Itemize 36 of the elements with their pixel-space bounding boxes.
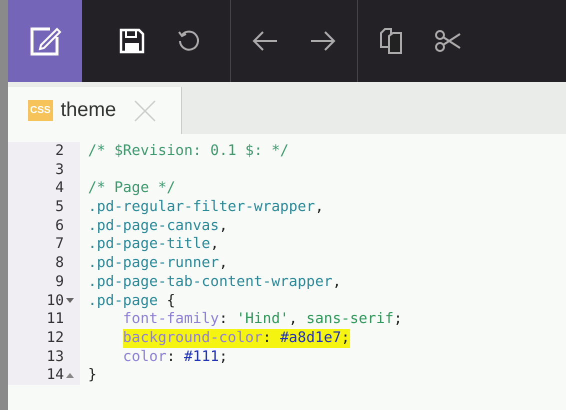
code-line: } [88, 366, 97, 385]
line-number: 6 [55, 216, 64, 236]
save-button[interactable] [118, 27, 146, 55]
code-line: .pd-page-runner, [88, 254, 228, 273]
cut-button[interactable] [434, 29, 462, 53]
line-number: 5 [55, 198, 64, 217]
fold-arrow-icon[interactable] [66, 298, 74, 304]
code-line: .pd-page-tab-content-wrapper, [88, 272, 342, 292]
save-icon [118, 27, 146, 55]
line-number: 12 [46, 328, 64, 348]
code-line: font-family: 'Hind', sans-serif; [122, 310, 402, 329]
copy-icon [378, 28, 404, 54]
code-line: /* $Revision: 0.1 $: */ [88, 142, 289, 161]
code-line: /* Page */ [88, 179, 176, 198]
tab-label: theme [60, 99, 116, 122]
line-number: 11 [46, 310, 64, 329]
code-line: .pd-regular-filter-wrapper, [88, 198, 324, 217]
line-number: 14 [46, 366, 64, 385]
line-number: 9 [55, 272, 64, 292]
line-number: 2 [55, 142, 64, 161]
copy-button[interactable] [378, 28, 404, 54]
file-tab[interactable]: CSS theme [8, 87, 182, 134]
line-number: 10 [46, 292, 64, 310]
fold-arrow-icon[interactable] [66, 373, 74, 378]
line-number: 3 [55, 160, 64, 180]
css-file-icon: CSS [28, 100, 53, 121]
code-line: .pd-page-canvas, [88, 216, 228, 236]
line-number: 4 [55, 179, 64, 198]
code-line: color: #111; [122, 348, 228, 366]
line-number: 8 [55, 254, 64, 273]
code-line: .pd-page-title, [88, 235, 219, 254]
line-number: 7 [55, 235, 64, 254]
line-number: 13 [46, 348, 64, 366]
code-line: .pd-page { [88, 292, 176, 310]
scissors-icon [434, 29, 462, 53]
edit-button[interactable] [8, 0, 82, 82]
